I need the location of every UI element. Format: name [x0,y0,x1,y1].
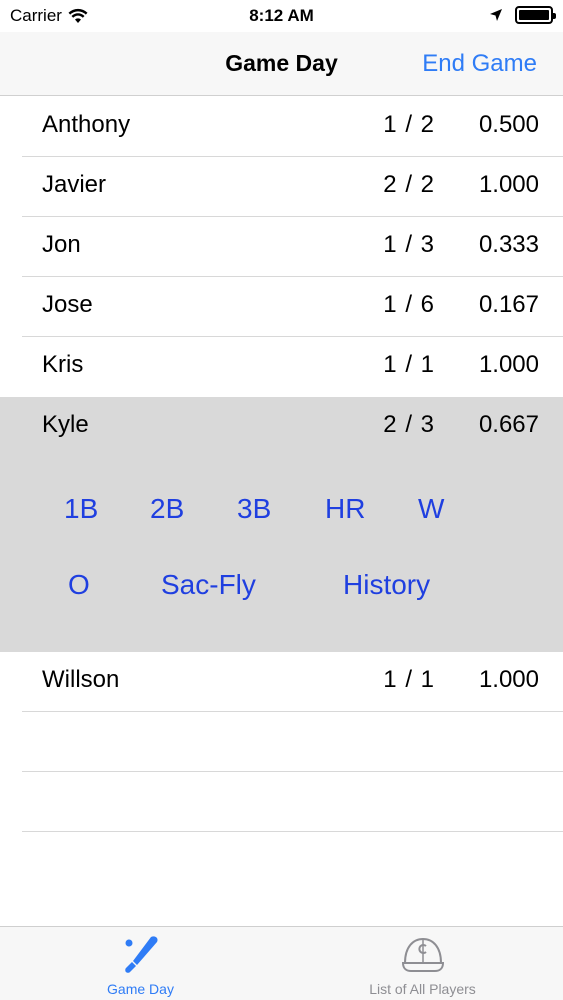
navigation-bar: Game Day End Game [0,32,563,96]
location-arrow-icon [490,9,502,21]
baseball-cap-icon [401,937,444,972]
player-name: Kyle [42,411,89,438]
player-name: Jose [42,291,93,318]
expanded-player-panel: Kyle 2 / 3 0.667 1B 2B 3B HR W O Sac-Fly… [0,397,563,652]
player-average: 0.667 [478,411,539,438]
player-hits-ratio: 1 / 6 [383,291,435,318]
single-button[interactable]: 1B [64,493,98,525]
player-hits-ratio: 2 / 3 [383,411,435,438]
triple-button[interactable]: 3B [237,493,271,525]
hit-actions-row: 1B 2B 3B HR W [0,493,563,539]
walk-button[interactable]: W [418,493,444,525]
player-average: 0.167 [478,291,539,318]
player-name: Kris [42,351,84,378]
player-hits-ratio: 1 / 3 [383,231,435,258]
out-button[interactable]: O [68,569,90,601]
home-run-button[interactable]: HR [325,493,365,525]
player-row-kyle[interactable]: Kyle 2 / 3 0.667 [0,397,563,457]
player-hits-ratio: 2 / 2 [383,171,435,198]
double-button[interactable]: 2B [150,493,184,525]
player-row-kris[interactable]: Kris 1 / 1 1.000 [0,337,563,397]
player-average: 1.000 [478,666,539,693]
player-row-willson[interactable]: Willson 1 / 1 1.000 [0,652,563,712]
player-average: 1.000 [478,351,539,378]
row-separator [22,831,563,832]
status-bar: Carrier 8:12 AM [0,0,563,32]
player-row-anthony[interactable]: Anthony 1 / 2 0.500 [0,97,563,157]
end-game-button[interactable]: End Game [422,50,537,78]
sac-fly-button[interactable]: Sac-Fly [161,569,256,601]
status-right [489,6,556,24]
history-button[interactable]: History [343,569,430,601]
empty-row [0,772,563,832]
tab-list-of-all-players[interactable]: List of All Players [282,927,563,1000]
player-average: 0.500 [478,111,539,138]
player-average: 1.000 [478,171,539,198]
player-row-jose[interactable]: Jose 1 / 6 0.167 [0,277,563,337]
battery-fill [519,10,549,20]
empty-row [0,712,563,772]
player-name: Willson [42,666,120,693]
player-hits-ratio: 1 / 1 [383,666,435,693]
tab-bar: Game Day List of All Players [0,926,563,1000]
status-time: 8:12 AM [249,6,314,25]
tab-label: Game Day [107,981,174,997]
player-row-javier[interactable]: Javier 2 / 2 1.000 [0,157,563,217]
player-hits-ratio: 1 / 2 [383,111,435,138]
player-name: Jon [42,231,81,258]
player-hits-ratio: 1 / 1 [383,351,435,378]
tab-label: List of All Players [369,981,476,997]
battery-icon [515,6,556,24]
baseball-bat-icon [124,936,158,973]
tab-game-day[interactable]: Game Day [0,927,281,1000]
player-name: Javier [42,171,107,198]
player-table: Anthony 1 / 2 0.500 Javier 2 / 2 1.000 J… [0,97,563,832]
player-name: Anthony [42,111,131,138]
other-actions-row: O Sac-Fly History [0,569,563,615]
player-row-jon[interactable]: Jon 1 / 3 0.333 [0,217,563,277]
player-average: 0.333 [478,231,539,258]
